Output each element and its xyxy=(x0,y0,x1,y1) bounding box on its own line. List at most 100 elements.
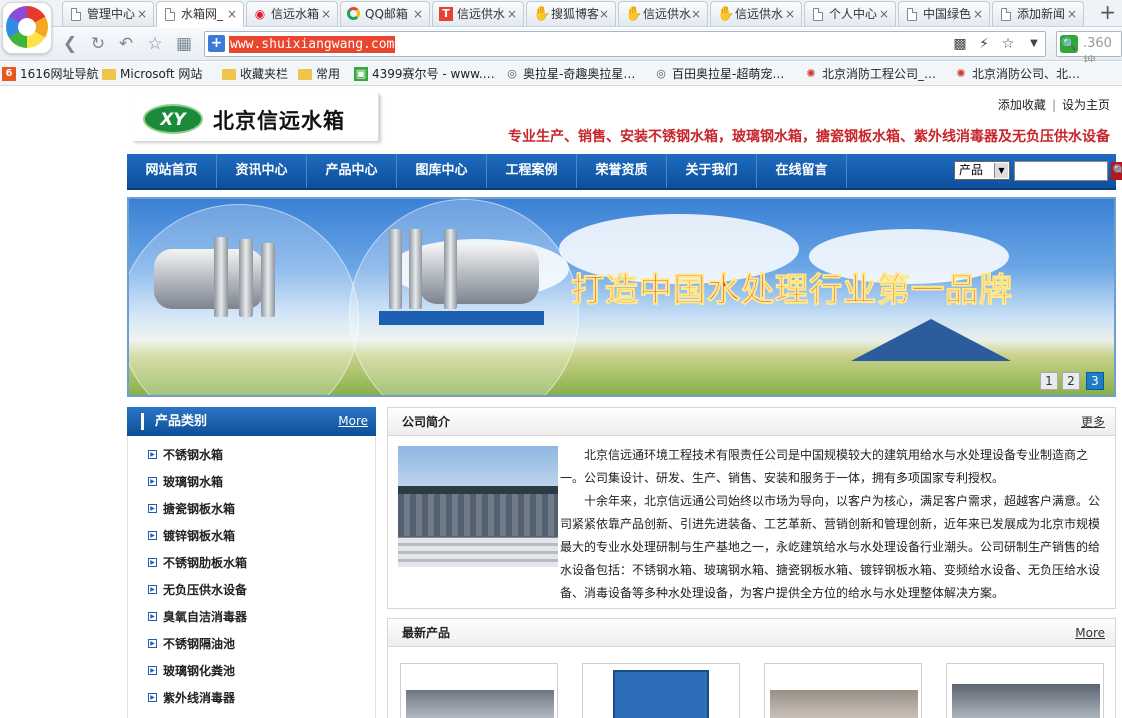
bookmark-item[interactable]: ✺ 北京消防公司、北… xyxy=(954,65,1080,83)
browser-tab[interactable]: 添加新闻 × xyxy=(992,1,1084,26)
product-card[interactable] xyxy=(400,663,558,718)
nav-item[interactable]: 关于我们 xyxy=(667,154,757,188)
close-tab-icon[interactable]: × xyxy=(599,2,609,26)
browser-nav-bar: ❮ ↻ ↶ ☆ ▦ + www.shuixiangwang.com ▩ ⚡ ☆ … xyxy=(0,28,1122,70)
header-slogan: 专业生产、销售、安装不锈钢水箱，玻璃钢水箱，搪瓷钢板水箱、紫外线消毒器及无负压供… xyxy=(508,129,1110,145)
pump-image xyxy=(389,229,402,309)
category-item[interactable]: ▶ 玻璃钢化粪池 xyxy=(148,662,235,680)
product-card[interactable] xyxy=(764,663,922,718)
nav-item[interactable]: 工程案例 xyxy=(487,154,577,188)
new-tab-icon[interactable]: + xyxy=(1099,0,1116,24)
browser-tab[interactable]: QQ邮箱 × xyxy=(340,1,430,26)
close-tab-icon[interactable]: × xyxy=(321,2,331,26)
category-item[interactable]: ▶ 搪瓷钢板水箱 xyxy=(148,500,235,518)
bookmark-item[interactable]: Microsoft 网站 xyxy=(102,65,202,83)
favorite-star-icon[interactable]: ☆ xyxy=(145,34,165,54)
category-item[interactable]: ▶ 镀锌钢板水箱 xyxy=(148,527,235,545)
set-homepage-link[interactable]: 设为主页 xyxy=(1062,98,1110,112)
category-item[interactable]: ▶ 玻璃钢水箱 xyxy=(148,473,223,491)
refresh-icon[interactable]: ↻ xyxy=(88,34,108,54)
category-item[interactable]: ▶ 紫外线消毒器 xyxy=(148,689,235,707)
browser-tab[interactable]: 个人中心 × xyxy=(804,1,896,26)
close-tab-icon[interactable]: × xyxy=(785,2,795,26)
banner-page-button[interactable]: 1 xyxy=(1040,372,1058,390)
nav-item[interactable]: 在线留言 xyxy=(757,154,847,188)
bookmark-star-icon[interactable]: ☆ xyxy=(999,35,1017,53)
banner-page-button[interactable]: 3 xyxy=(1086,372,1104,390)
browser-tab[interactable]: ◉ 信远水箱 × xyxy=(246,1,338,26)
nav-item[interactable]: 图库中心 xyxy=(397,154,487,188)
bookmark-bar: 6 1616网址导航 Microsoft 网站 收藏夹栏 常用 ▣ 4399赛尔号 - ww… xyxy=(0,62,1122,86)
nav-item[interactable]: 资讯中心 xyxy=(217,154,307,188)
bookmark-item[interactable]: ✺ 北京消防工程公司_… xyxy=(804,65,936,83)
browser-tab[interactable]: ✋ 搜狐博客 × xyxy=(526,1,616,26)
grid-apps-icon[interactable]: ▦ xyxy=(174,34,194,54)
site-logo[interactable]: XY 北京信远水箱 xyxy=(132,93,379,141)
pump-image xyxy=(444,229,457,309)
back-icon[interactable]: ❮ xyxy=(60,34,80,54)
qr-code-icon[interactable]: ▩ xyxy=(951,35,969,53)
banner-slogan: 打造中国水处理行业第一品牌 xyxy=(571,270,1013,310)
site-search-input[interactable] xyxy=(1014,161,1108,181)
close-tab-icon[interactable]: × xyxy=(973,2,983,26)
category-title: 产品类别 xyxy=(155,414,208,429)
browser-tab[interactable]: 水箱网_ × xyxy=(156,1,244,27)
search-engine-box[interactable]: 🔍 .360搜 xyxy=(1056,31,1122,70)
bookmark-label: 北京消防公司、北… xyxy=(972,67,1081,81)
top-links-separator: | xyxy=(1051,98,1056,112)
close-tab-icon[interactable]: × xyxy=(413,2,423,26)
arrow-bullet-icon: ▶ xyxy=(148,531,157,540)
browser-tab[interactable]: 中国绿色 × xyxy=(898,1,990,26)
browser-tab[interactable]: ✋ 信远供水 × xyxy=(618,1,708,26)
category-item[interactable]: ▶ 无负压供水设备 xyxy=(148,581,247,599)
tent-shape xyxy=(851,319,1011,361)
intro-more-link[interactable]: 更多 xyxy=(1081,408,1105,436)
site-search-button[interactable]: 🔍 xyxy=(1111,162,1122,180)
chevron-down-icon[interactable]: ▼ xyxy=(1025,35,1043,53)
bookmark-item[interactable]: 收藏夹栏 xyxy=(222,65,288,83)
browser-tab-label: 管理中心 xyxy=(87,7,136,21)
arrow-bullet-icon: ▶ xyxy=(148,639,157,648)
qq-icon xyxy=(347,7,360,20)
banner-page-button[interactable]: 2 xyxy=(1062,372,1080,390)
doc-icon xyxy=(907,8,917,21)
category-more-link[interactable]: More xyxy=(338,407,368,436)
close-tab-icon[interactable]: × xyxy=(879,2,889,26)
browser-tab[interactable]: 管理中心 × xyxy=(62,1,154,26)
category-item[interactable]: ▶ 臭氧自洁消毒器 xyxy=(148,608,247,626)
category-item[interactable]: ▶ 不锈钢肋板水箱 xyxy=(148,554,247,572)
close-tab-icon[interactable]: × xyxy=(691,2,701,26)
close-tab-icon[interactable]: × xyxy=(137,2,147,26)
close-tab-icon[interactable]: × xyxy=(227,2,237,26)
category-item[interactable]: ▶ 不锈钢隔油池 xyxy=(148,635,235,653)
bookmark-item[interactable]: ▣ 4399赛尔号 - www.… xyxy=(354,65,495,83)
address-bar[interactable]: + www.shuixiangwang.com ▩ ⚡ ☆ ▼ xyxy=(204,31,1046,57)
bookmark-item[interactable]: ◎ 百田奥拉星-超萌宠… xyxy=(654,65,784,83)
products-more-link[interactable]: More xyxy=(1075,619,1105,647)
bookmark-item[interactable]: 常用 xyxy=(298,65,340,83)
factory-photo xyxy=(398,446,558,567)
intro-title: 公司简介 xyxy=(402,415,451,429)
add-favorite-link[interactable]: 添加收藏 xyxy=(998,98,1046,112)
search-category-select[interactable]: 产品 ▼ xyxy=(954,161,1010,180)
bookmark-item[interactable]: 6 1616网址导航 xyxy=(2,65,99,83)
product-image xyxy=(770,690,918,718)
product-card[interactable] xyxy=(582,663,740,718)
close-tab-icon[interactable]: × xyxy=(507,2,517,26)
bookmark-label: 百田奥拉星-超萌宠… xyxy=(672,67,785,81)
product-card[interactable] xyxy=(946,663,1104,718)
browser-logo-icon[interactable] xyxy=(2,2,52,54)
nav-item[interactable]: 网站首页 xyxy=(127,154,217,188)
bookmark-label: 奥拉星-奇趣奥拉星… xyxy=(523,67,636,81)
category-item[interactable]: ▶ 不锈钢水箱 xyxy=(148,446,223,464)
nav-item[interactable]: 产品中心 xyxy=(307,154,397,188)
lightning-icon[interactable]: ⚡ xyxy=(975,35,993,53)
nav-item[interactable]: 荣誉资质 xyxy=(577,154,667,188)
close-tab-icon[interactable]: × xyxy=(1067,2,1077,26)
address-url[interactable]: www.shuixiangwang.com xyxy=(229,36,396,53)
browser-tab[interactable]: ✋ 信远供水 × xyxy=(710,1,802,26)
bookmark-item[interactable]: ◎ 奥拉星-奇趣奥拉星… xyxy=(505,65,635,83)
browser-tab[interactable]: T 信远供水 × xyxy=(432,1,524,26)
undo-close-icon[interactable]: ↶ xyxy=(116,34,136,54)
pump-image xyxy=(409,229,422,309)
